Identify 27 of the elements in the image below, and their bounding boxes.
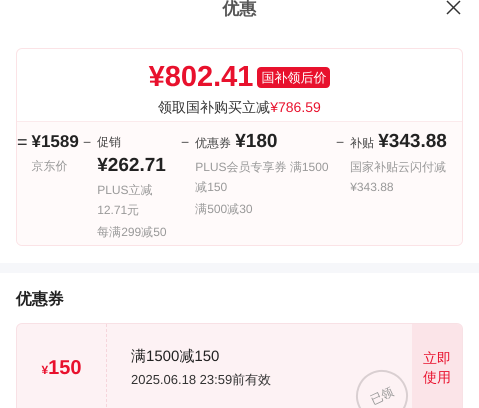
coupon-rule: 满1500减150: [131, 347, 220, 367]
minus-sign: −: [181, 133, 190, 152]
saving-text: 领取国补购买立减¥786.59: [158, 98, 321, 117]
discount-note: PLUS会员专享券 满1500减150: [195, 159, 330, 196]
coupon-validity: 2025.06.18 23:59前有效: [131, 371, 272, 389]
discount-label: 优惠券: [195, 135, 232, 152]
use-now-button[interactable]: 立即使用: [412, 324, 462, 408]
original-price: ¥1589: [32, 131, 79, 153]
discount-amount: ¥343.88: [378, 130, 447, 154]
coupon-value: ¥150: [41, 356, 82, 381]
minus-sign: −: [83, 133, 92, 152]
discount-label: 促销: [97, 134, 122, 151]
final-price: ¥802.41: [148, 61, 254, 93]
price-label: 京东价: [32, 158, 69, 175]
equals-sign: =: [17, 131, 28, 154]
discount-note: 满500减30: [195, 201, 254, 218]
discount-label: 补贴: [350, 135, 374, 152]
discount-note: 每满299减50: [97, 224, 168, 241]
section-heading: 优惠券: [16, 290, 65, 310]
price-badge: 国补领后价: [257, 66, 330, 88]
discount-note: 国家补贴云闪付减¥343.88: [350, 159, 448, 196]
close-icon[interactable]: [446, 0, 461, 15]
dialog-title: 优惠: [222, 0, 256, 18]
discount-note: PLUS立减12.71元: [97, 182, 154, 219]
discount-amount: ¥180: [235, 130, 278, 154]
minus-sign: −: [336, 133, 344, 152]
discount-amount: ¥262.71: [97, 154, 166, 178]
